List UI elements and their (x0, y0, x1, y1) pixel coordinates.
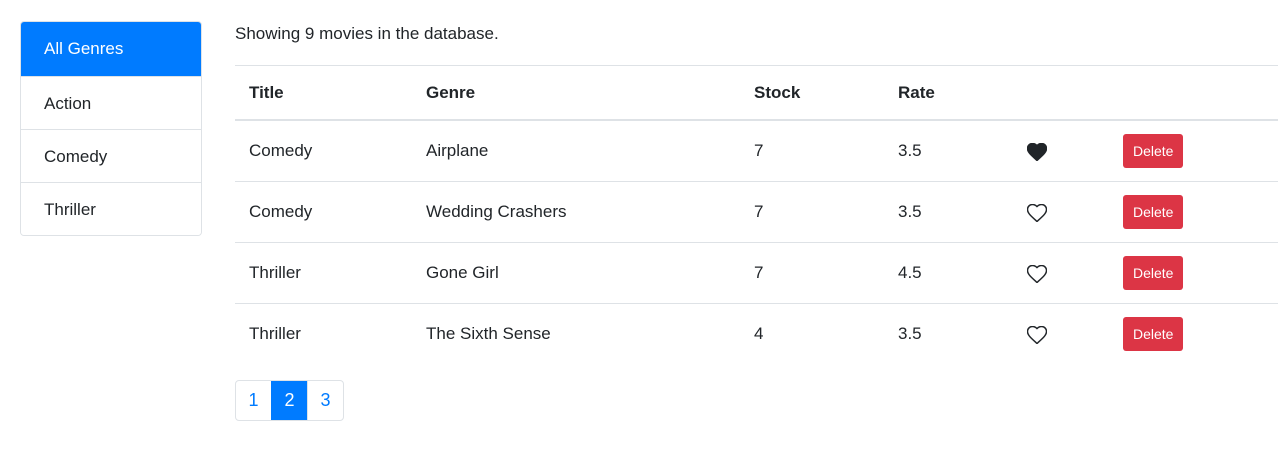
heart-outline-icon[interactable] (1026, 264, 1048, 283)
delete-button[interactable]: Delete (1123, 134, 1184, 168)
pagination: 1 2 3 (235, 380, 344, 421)
column-header-genre[interactable]: Genre (412, 65, 740, 121)
cell-stock: 4 (754, 324, 764, 343)
heart-filled-icon[interactable] (1026, 142, 1048, 161)
page-link-1[interactable]: 1 (236, 381, 271, 420)
cell-genre: Gone Girl (412, 242, 740, 304)
cell-actions: Delete (1108, 120, 1278, 182)
column-header-title[interactable]: Title (235, 65, 412, 121)
cell-stock: 7 (740, 242, 884, 304)
movies-count-summary: Showing 9 movies in the database. (235, 24, 499, 43)
cell-actions: Delete (1108, 181, 1278, 243)
table-row: Comedy Airplane 7 3.5 Delete (235, 120, 1278, 182)
heart-outline-icon[interactable] (1026, 203, 1048, 222)
cell-actions: Delete (1108, 304, 1278, 365)
column-header-like (1010, 65, 1108, 121)
cell-title: Thriller (249, 324, 301, 343)
cell-genre: Airplane (412, 120, 740, 182)
cell-genre: Wedding Crashers (412, 181, 740, 243)
table-row: Thriller Gone Girl 7 4.5 Delete (235, 242, 1278, 304)
heart-outline-icon[interactable] (1026, 325, 1048, 344)
page-link-2[interactable]: 2 (271, 381, 307, 420)
table-row: Comedy Wedding Crashers 7 3.5 Delete (235, 181, 1278, 243)
delete-button[interactable]: Delete (1123, 317, 1184, 351)
cell-title: Comedy (235, 120, 412, 182)
cell-rate: 4.5 (884, 242, 1010, 304)
movies-table: Title Genre Stock Rate Comedy Airplane 7… (235, 65, 1278, 364)
table-row: Thriller The Sixth Sense 4 3.5 Delete (235, 304, 1278, 365)
genre-list: All Genres Action Comedy Thriller (20, 21, 202, 236)
genre-item-all-genres[interactable]: All Genres (21, 22, 201, 76)
movies-table-container: Title Genre Stock Rate Comedy Airplane 7… (235, 65, 1278, 364)
column-header-actions (1108, 65, 1278, 121)
page-link-3[interactable]: 3 (307, 381, 343, 420)
genre-item-action[interactable]: Action (21, 76, 201, 129)
column-header-rate[interactable]: Rate (884, 65, 1010, 121)
cell-like (1010, 242, 1108, 304)
column-header-stock[interactable]: Stock (740, 65, 884, 121)
genre-item-comedy[interactable]: Comedy (21, 129, 201, 182)
cell-like (1010, 120, 1108, 182)
delete-button[interactable]: Delete (1123, 256, 1184, 290)
cell-like (1010, 181, 1108, 243)
cell-rate: 3.5 (884, 120, 1010, 182)
genre-item-thriller[interactable]: Thriller (21, 182, 201, 235)
cell-stock: 7 (740, 181, 884, 243)
cell-rate: 3.5 (884, 181, 1010, 243)
cell-stock: 7 (740, 120, 884, 182)
table-header-row: Title Genre Stock Rate (235, 65, 1278, 121)
cell-genre: The Sixth Sense (426, 324, 551, 343)
cell-title: Thriller (235, 242, 412, 304)
cell-like (1010, 304, 1108, 365)
cell-rate: 3.5 (898, 324, 922, 343)
cell-title: Comedy (235, 181, 412, 243)
cell-actions: Delete (1108, 242, 1278, 304)
delete-button[interactable]: Delete (1123, 195, 1184, 229)
